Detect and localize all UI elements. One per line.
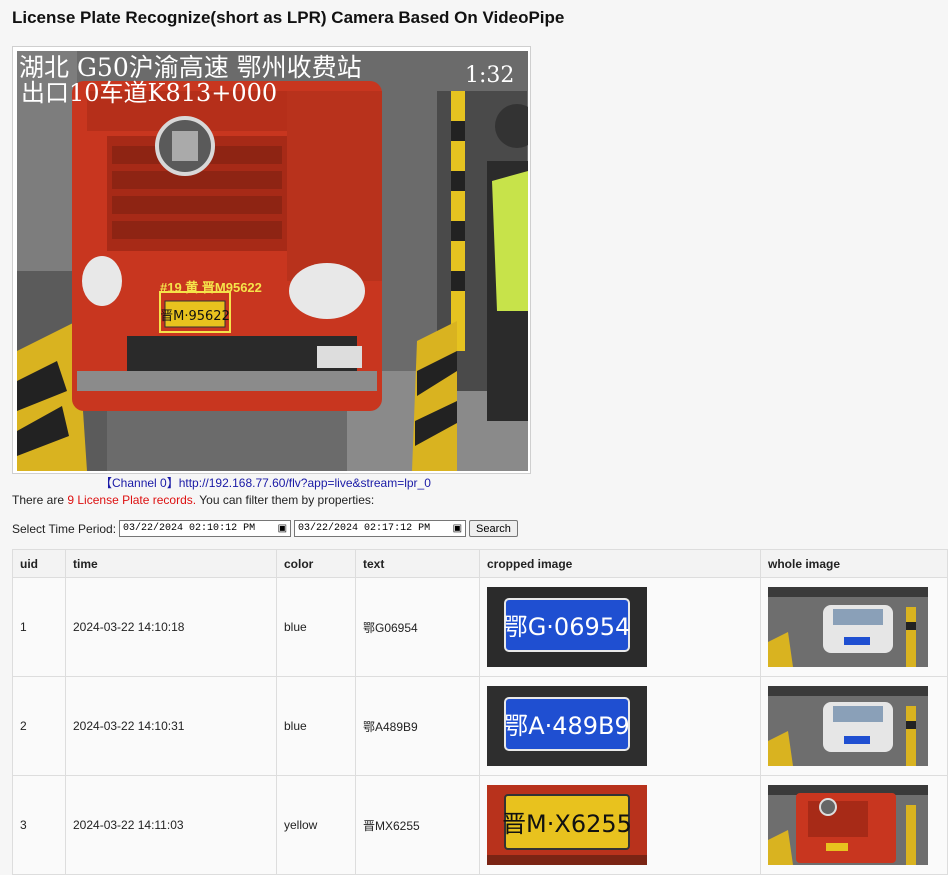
- stream-url-link[interactable]: http://192.168.77.60/flv?app=live&stream…: [179, 476, 431, 490]
- cell-whole-image: [760, 577, 948, 677]
- table-row: 1 2024-03-22 14:10:18 blue 鄂G06954 鄂G·06…: [12, 577, 948, 677]
- camera-frame-image: 晋M·95622: [17, 51, 528, 471]
- time-filter: Select Time Period: 03/22/2024 02:10:12 …: [12, 520, 518, 537]
- records-suffix: You can filter them by properties:: [199, 493, 375, 507]
- cell-whole-image: [760, 775, 948, 875]
- video-stream[interactable]: 晋M·95622 湖北 G50沪渝高速 鄂州收费站 1:32 出口10车道K81…: [17, 51, 528, 471]
- svg-text:晋M·X6255: 晋M·X6255: [502, 810, 632, 838]
- svg-text:鄂G·06954: 鄂G·06954: [504, 613, 631, 641]
- cell-whole-image: [760, 676, 948, 776]
- cell-text: 鄂G06954: [355, 577, 480, 677]
- video-player[interactable]: 晋M·95622 湖北 G50沪渝高速 鄂州收费站 1:32 出口10车道K81…: [12, 46, 531, 474]
- start-datetime-input[interactable]: 03/22/2024 02:10:12 PM ▣: [119, 520, 292, 537]
- end-datetime-value: 03/22/2024 02:17:12 PM: [298, 523, 431, 534]
- cell-cropped-image: 晋M·X6255: [479, 775, 761, 875]
- header-text: text: [355, 549, 480, 578]
- cell-text: 晋MX6255: [355, 775, 480, 875]
- cropped-plate-image[interactable]: 鄂G·06954: [487, 587, 647, 667]
- cell-text: 鄂A489B9: [355, 676, 480, 776]
- page-title: License Plate Recognize(short as LPR) Ca…: [12, 8, 565, 27]
- calendar-icon[interactable]: ▣: [278, 523, 287, 535]
- records-table: uid time color text cropped image whole …: [12, 549, 948, 875]
- table-row: 3 2024-03-22 14:11:03 yellow 晋MX6255 晋M·…: [12, 775, 948, 875]
- records-prefix: There are: [12, 493, 65, 507]
- osd-location: 湖北 G50沪渝高速 鄂州收费站: [19, 53, 362, 82]
- whole-image-thumbnail[interactable]: [768, 686, 928, 766]
- header-time: time: [65, 549, 277, 578]
- cell-cropped-image: 鄂A·489B9: [479, 676, 761, 776]
- start-datetime-value: 03/22/2024 02:10:12 PM: [123, 523, 256, 534]
- osd-time: 1:32: [465, 63, 515, 88]
- table-header-row: uid time color text cropped image whole …: [12, 549, 948, 578]
- channel-caption: 【Channel 0】http://192.168.77.60/flv?app=…: [100, 474, 431, 491]
- header-uid: uid: [12, 549, 66, 578]
- cell-color: yellow: [276, 775, 356, 875]
- header-cropped-image: cropped image: [479, 549, 761, 578]
- whole-image-thumbnail[interactable]: [768, 785, 928, 865]
- whole-image-thumbnail[interactable]: [768, 587, 928, 667]
- cell-cropped-image: 鄂G·06954: [479, 577, 761, 677]
- table-row: 2 2024-03-22 14:10:31 blue 鄂A489B9 鄂A·48…: [12, 676, 948, 776]
- cell-time: 2024-03-22 14:10:18: [65, 577, 277, 677]
- end-datetime-input[interactable]: 03/22/2024 02:17:12 PM ▣: [294, 520, 467, 537]
- records-count: 9 License Plate records.: [67, 493, 197, 507]
- header-whole-image: whole image: [760, 549, 948, 578]
- records-summary: There are 9 License Plate records. You c…: [12, 493, 374, 507]
- detection-box: [159, 291, 231, 333]
- search-button[interactable]: Search: [469, 520, 518, 537]
- calendar-icon[interactable]: ▣: [453, 523, 462, 535]
- cropped-plate-image[interactable]: 鄂A·489B9: [487, 686, 647, 766]
- header-color: color: [276, 549, 356, 578]
- cell-uid: 1: [12, 577, 66, 677]
- cell-uid: 3: [12, 775, 66, 875]
- cell-color: blue: [276, 676, 356, 776]
- cell-time: 2024-03-22 14:10:31: [65, 676, 277, 776]
- channel-label: 【Channel 0】: [100, 476, 179, 490]
- cell-time: 2024-03-22 14:11:03: [65, 775, 277, 875]
- cell-uid: 2: [12, 676, 66, 776]
- cell-color: blue: [276, 577, 356, 677]
- osd-lane: 出口10车道K813+000: [21, 79, 278, 107]
- time-filter-label: Select Time Period:: [12, 521, 117, 536]
- cropped-plate-image[interactable]: 晋M·X6255: [487, 785, 647, 865]
- svg-text:鄂A·489B9: 鄂A·489B9: [504, 712, 630, 740]
